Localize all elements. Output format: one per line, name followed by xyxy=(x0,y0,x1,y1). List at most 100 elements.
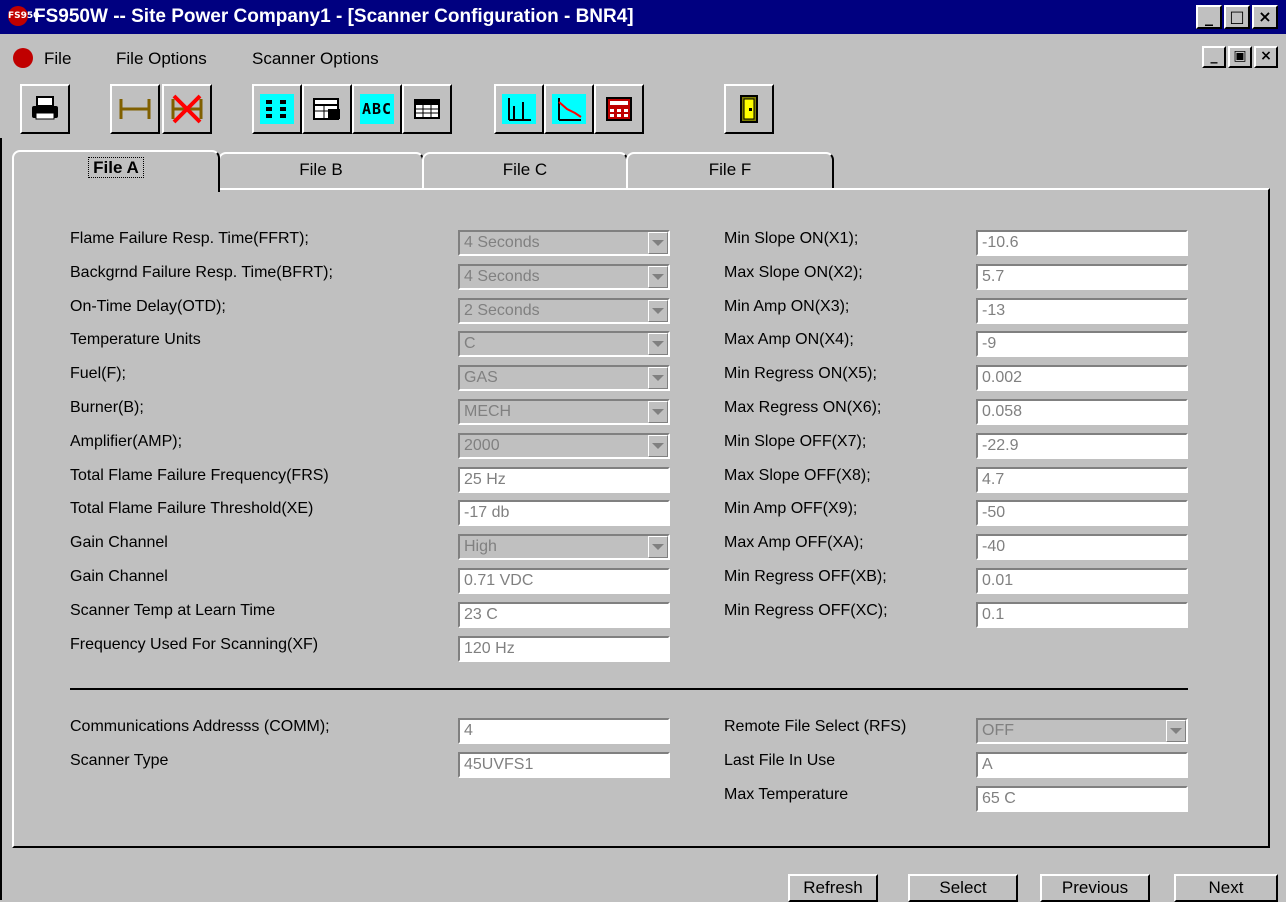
text-field[interactable]: 4.7 xyxy=(976,467,1188,493)
combo-value: 2 Seconds xyxy=(464,302,540,319)
text-field[interactable]: 0.71 VDC xyxy=(458,568,670,594)
trend-chart-icon xyxy=(552,94,586,124)
bar-chart-icon xyxy=(502,94,536,124)
calculator-button[interactable] xyxy=(594,84,644,134)
combo-box[interactable]: 4 Seconds xyxy=(458,230,670,256)
mdi-close-button[interactable]: × xyxy=(1254,46,1278,68)
chevron-down-icon[interactable] xyxy=(648,367,668,389)
field-label: Max Slope ON(X2); xyxy=(724,264,863,281)
chevron-down-icon[interactable] xyxy=(648,401,668,423)
chevron-down-icon[interactable] xyxy=(648,333,668,355)
text-field[interactable]: 0.1 xyxy=(976,602,1188,628)
combo-box[interactable]: 4 Seconds xyxy=(458,264,670,290)
text-field[interactable]: 65 C xyxy=(976,786,1188,812)
text-field[interactable]: -10.6 xyxy=(976,230,1188,256)
field-label: Min Amp ON(X3); xyxy=(724,298,850,315)
field-label: Scanner Type xyxy=(70,752,169,769)
menu-file[interactable]: File xyxy=(44,42,71,76)
chevron-down-icon[interactable] xyxy=(648,536,668,558)
tab-file-f[interactable]: File F xyxy=(626,152,834,190)
previous-button[interactable]: Previous xyxy=(1040,874,1150,902)
combo-box[interactable]: OFF xyxy=(976,718,1188,744)
chevron-down-icon[interactable] xyxy=(648,266,668,288)
field-label: Min Regress ON(X5); xyxy=(724,365,877,382)
text-field[interactable]: -17 db xyxy=(458,500,670,526)
text-field[interactable]: -40 xyxy=(976,534,1188,560)
menu-bar: File File Options Scanner Options _ ▣ × xyxy=(0,42,1286,76)
text-field[interactable]: 0.058 xyxy=(976,399,1188,425)
chevron-down-icon[interactable] xyxy=(648,435,668,457)
separator xyxy=(70,688,1188,690)
text-field[interactable]: 25 Hz xyxy=(458,467,670,493)
field-label: Max Amp OFF(XA); xyxy=(724,534,864,551)
combo-value: OFF xyxy=(982,722,1014,739)
refresh-button[interactable]: Refresh xyxy=(788,874,878,902)
maximize-button[interactable]: □ xyxy=(1224,5,1250,29)
field-label: Remote File Select (RFS) xyxy=(724,718,907,735)
window-frame-edge xyxy=(0,138,12,900)
combo-box[interactable]: GAS xyxy=(458,365,670,391)
list-icon xyxy=(260,94,294,124)
combo-box[interactable]: 2000 xyxy=(458,433,670,459)
text-field[interactable]: A xyxy=(976,752,1188,778)
field-label: Total Flame Failure Frequency(FRS) xyxy=(70,467,329,484)
close-button[interactable]: × xyxy=(1252,5,1278,29)
combo-box[interactable]: MECH xyxy=(458,399,670,425)
text-field[interactable]: 120 Hz xyxy=(458,636,670,662)
document-icon[interactable] xyxy=(13,48,33,68)
combo-value: 4 Seconds xyxy=(464,234,540,251)
field-label: Gain Channel xyxy=(70,534,168,551)
text-field[interactable]: 4 xyxy=(458,718,670,744)
text-field[interactable]: -13 xyxy=(976,298,1188,324)
field-label: Min Slope ON(X1); xyxy=(724,230,859,247)
chevron-down-icon[interactable] xyxy=(1166,720,1186,742)
combo-value: 4 Seconds xyxy=(464,268,540,285)
clear-span-button[interactable] xyxy=(162,84,212,134)
exit-button[interactable] xyxy=(724,84,774,134)
combo-value: 2000 xyxy=(464,437,500,454)
abc-button[interactable]: ABC xyxy=(352,84,402,134)
chevron-down-icon[interactable] xyxy=(648,300,668,322)
combo-box[interactable]: 2 Seconds xyxy=(458,298,670,324)
combo-value: C xyxy=(464,335,476,352)
text-field[interactable]: 45UVFS1 xyxy=(458,752,670,778)
field-label: Max Regress ON(X6); xyxy=(724,399,882,416)
tab-file-a[interactable]: File A xyxy=(12,150,220,192)
field-label: Amplifier(AMP); xyxy=(70,433,183,450)
text-field[interactable]: 0.01 xyxy=(976,568,1188,594)
combo-box[interactable]: C xyxy=(458,331,670,357)
combo-box[interactable]: High xyxy=(458,534,670,560)
select-button[interactable]: Select xyxy=(908,874,1018,902)
table-edit-button[interactable] xyxy=(302,84,352,134)
field-label: Max Temperature xyxy=(724,786,849,803)
next-button[interactable]: Next xyxy=(1174,874,1278,902)
mdi-minimize-button[interactable]: _ xyxy=(1202,46,1226,68)
abc-icon: ABC xyxy=(360,94,394,124)
span-button[interactable] xyxy=(110,84,160,134)
menu-file-options[interactable]: File Options xyxy=(116,42,207,76)
mdi-restore-button[interactable]: ▣ xyxy=(1228,46,1252,68)
text-field[interactable]: -9 xyxy=(976,331,1188,357)
print-button[interactable] xyxy=(20,84,70,134)
tab-file-c[interactable]: File C xyxy=(422,152,628,190)
trend-chart-button[interactable] xyxy=(544,84,594,134)
menu-scanner-options[interactable]: Scanner Options xyxy=(252,42,379,76)
span-x-icon xyxy=(170,94,204,124)
field-label: Max Amp ON(X4); xyxy=(724,331,854,348)
field-label: Gain Channel xyxy=(70,568,168,585)
list-button[interactable] xyxy=(252,84,302,134)
text-field[interactable]: 5.7 xyxy=(976,264,1188,290)
span-icon xyxy=(118,94,152,124)
text-field[interactable]: 0.002 xyxy=(976,365,1188,391)
bar-chart-button[interactable] xyxy=(494,84,544,134)
field-label: Scanner Temp at Learn Time xyxy=(70,602,276,619)
grid-button[interactable] xyxy=(402,84,452,134)
field-label: Min Slope OFF(X7); xyxy=(724,433,867,450)
text-field[interactable]: 23 C xyxy=(458,602,670,628)
text-field[interactable]: -22.9 xyxy=(976,433,1188,459)
combo-value: High xyxy=(464,538,497,555)
text-field[interactable]: -50 xyxy=(976,500,1188,526)
minimize-button[interactable]: _ xyxy=(1196,5,1222,29)
chevron-down-icon[interactable] xyxy=(648,232,668,254)
tab-file-b[interactable]: File B xyxy=(218,152,424,190)
